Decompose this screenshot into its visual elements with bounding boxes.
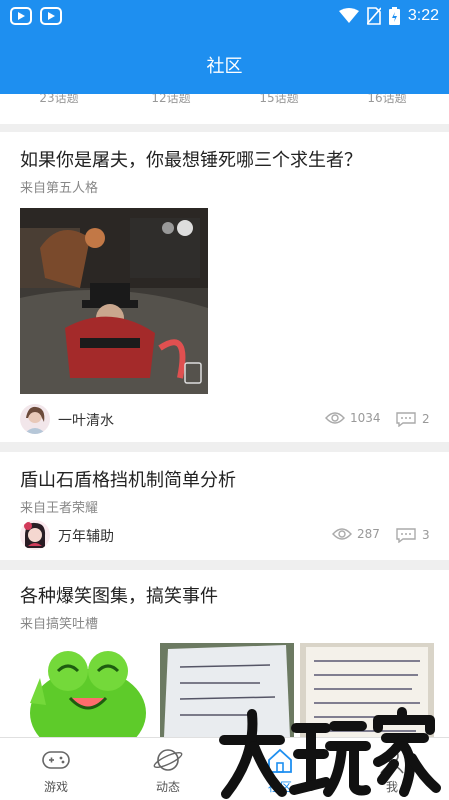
post-source[interactable]: 来自王者荣耀 [20,497,98,516]
topic-count[interactable]: 23话题 [3,94,115,106]
app-screen: 3:22 社区 23话题 12话题 15话题 16话题 如果你是屠夫，你最想锤死… [0,0,449,800]
status-time: 3:22 [407,7,439,24]
gamepad-icon [42,751,70,769]
eye-icon [332,528,352,540]
post-image-game-scene[interactable] [20,208,208,394]
author-name[interactable]: 万年辅助 [58,526,114,546]
nav-label: 动态 [155,780,180,794]
nav-tab-games[interactable]: 游戏 [0,738,112,800]
topic-count[interactable]: 12话题 [115,94,227,106]
comment-count[interactable]: 3 [395,527,430,543]
header-bar: 社区 [0,32,449,94]
post-source[interactable]: 来自搞笑吐槽 [20,613,98,632]
app-icon-2 [40,7,62,25]
app-icon-1 [10,7,32,25]
post-image-frog-cartoon[interactable] [20,643,154,737]
comment-count-value: 2 [422,412,430,426]
author-avatar[interactable] [20,520,50,550]
author-avatar[interactable] [20,404,50,434]
topic-strip[interactable]: 23话题 12话题 15话题 16话题 [0,94,449,124]
post-title[interactable]: 盾山石盾格挡机制简单分析 [20,466,236,492]
post-title[interactable]: 如果你是屠夫，你最想锤死哪三个求生者？ [20,146,362,172]
author-row: 万年辅助 287 3 [20,520,431,552]
author-name[interactable]: 一叶清水 [58,410,114,430]
view-count-value: 1034 [350,411,381,425]
topic-count[interactable]: 16话题 [331,94,443,106]
status-bar: 3:22 [0,0,449,32]
post-card[interactable]: 如果你是屠夫，你最想锤死哪三个求生者？ 来自第五人格 一叶清水 1034 2 [0,132,449,442]
eye-icon [325,412,345,424]
status-icons: 3:22 [338,6,439,26]
no-sim-icon [366,7,381,25]
comment-count-value: 3 [422,528,430,542]
comment-icon [396,412,416,427]
post-title[interactable]: 各种爆笑图集，搞笑事件 [20,582,218,608]
topic-count[interactable]: 15话题 [223,94,335,106]
view-count-value: 287 [357,527,380,541]
page-title: 社区 [206,56,243,77]
nav-tab-feed[interactable]: 动态 [112,738,224,800]
post-source[interactable]: 来自第五人格 [20,177,98,196]
view-count: 287 [332,527,380,541]
wifi-icon [338,8,359,23]
view-count: 1034 [325,411,381,425]
watermark-logo [219,707,441,799]
comment-icon [396,528,416,543]
author-row: 一叶清水 1034 2 [20,404,431,436]
comment-count[interactable]: 2 [395,411,430,427]
post-card[interactable]: 盾山石盾格挡机制简单分析 来自王者荣耀 万年辅助 287 3 [0,452,449,560]
planet-icon [153,749,183,771]
nav-label: 游戏 [43,780,68,794]
battery-icon [388,7,400,25]
